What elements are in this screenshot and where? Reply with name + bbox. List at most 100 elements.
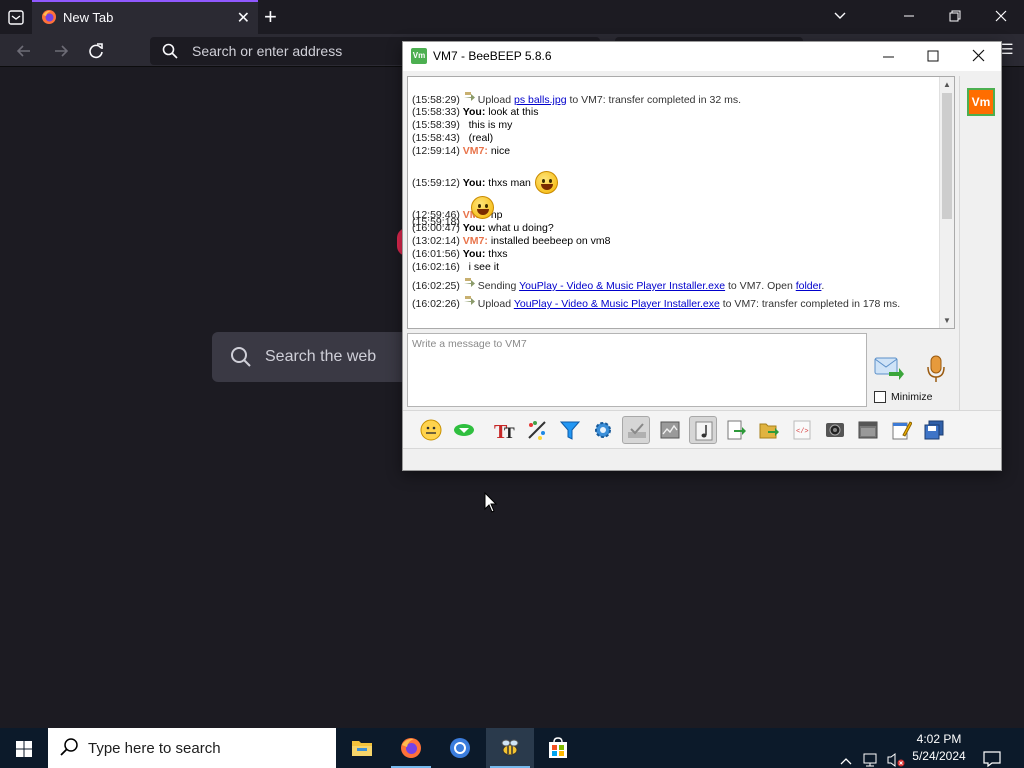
edit-notes-button[interactable] [887, 416, 915, 444]
restore-window-icon[interactable] [948, 8, 962, 24]
minimize-icon[interactable] [869, 46, 909, 68]
settings-button[interactable] [589, 416, 617, 444]
reload-icon[interactable] [85, 40, 107, 62]
sound-button[interactable] [689, 416, 717, 444]
back-arrow-icon[interactable] [13, 40, 35, 62]
filter-funnel-icon [559, 421, 581, 440]
beebeep-app-icon: Vm [411, 48, 427, 64]
svg-text:</>: </> [796, 428, 809, 436]
chat-line: (16:02:25) Sending YouPlay - Video & Mus… [412, 278, 940, 292]
send-folder-button[interactable] [755, 416, 783, 444]
app-menu-icon[interactable]: ☰ [1001, 41, 1014, 58]
clear-messages-button[interactable] [656, 416, 684, 444]
list-all-tabs-icon[interactable] [5, 6, 27, 28]
close-window-icon[interactable] [994, 8, 1008, 24]
forward-arrow-icon[interactable] [50, 40, 72, 62]
network-icon[interactable] [862, 740, 880, 768]
taskbar-beebeep[interactable] [486, 728, 534, 768]
chat-line: (16:02:26) Upload YouPlay - Video & Musi… [412, 296, 940, 310]
taskbar-microsoft-store[interactable] [534, 728, 582, 768]
search-icon [60, 738, 78, 756]
file-link[interactable]: ps balls.jpg [514, 94, 567, 106]
chat-line: (15:59:12) You: thxs man [412, 158, 940, 194]
action-center-notifications-icon[interactable] [982, 739, 1002, 768]
file-transfer-icon [463, 92, 475, 101]
file-transfer-icon [463, 278, 475, 287]
music-note-icon [695, 421, 713, 441]
emoticons-button[interactable] [417, 416, 445, 444]
minimize-checkbox[interactable] [874, 391, 886, 403]
screenshot-button[interactable] [821, 416, 849, 444]
show-hidden-icons-chevron-icon[interactable] [838, 741, 854, 768]
tab-title: New Tab [63, 10, 114, 25]
web-search-placeholder: Search the web [265, 348, 377, 365]
send-file-button[interactable] [722, 416, 750, 444]
color-picker-icon [528, 421, 546, 440]
maximize-icon[interactable] [913, 46, 953, 68]
close-icon[interactable] [959, 46, 999, 68]
close-tab-icon[interactable]: ✕ [237, 8, 250, 28]
message-input[interactable] [407, 333, 867, 407]
window-panel-icon [858, 421, 878, 439]
tab-overflow-chevron-icon[interactable] [832, 8, 848, 24]
code-page-icon: </> [793, 420, 811, 440]
windows-logo-icon [16, 741, 32, 757]
chat-line: (13:02:14) VM7: installed beebeep on vm8 [412, 235, 611, 247]
taskbar-chrome[interactable] [436, 728, 484, 768]
font-button[interactable]: TT [490, 416, 518, 444]
vm7-user-avatar[interactable]: Vm [967, 88, 995, 116]
status-bar [403, 448, 1001, 470]
user-list-sidebar: Vm [959, 76, 1001, 452]
chart-frame-icon [660, 421, 680, 439]
gear-icon [595, 422, 611, 438]
html-code-button[interactable]: </> [788, 416, 816, 444]
taskbar-search-box[interactable] [48, 728, 336, 768]
new-tab-button[interactable]: + [264, 4, 277, 30]
start-button[interactable] [0, 728, 48, 768]
scroll-down-icon[interactable]: ▼ [943, 316, 951, 325]
green-arrow-down-icon [454, 424, 474, 436]
chat-line: (12:59:14) VM7: nice [412, 145, 511, 157]
beebeep-title-bar: Vm VM7 - BeeBEEP 5.8.6 [403, 42, 1001, 71]
web-search-box[interactable]: Search the web [212, 332, 412, 382]
checkmark-tray-icon [628, 423, 646, 438]
minimize-window-icon[interactable] [902, 8, 916, 24]
window-title: VM7 - BeeBEEP 5.8.6 [433, 49, 552, 63]
font-style-icon: TT [494, 421, 515, 441]
taskbar-file-explorer[interactable] [338, 728, 386, 768]
font-color-button[interactable] [523, 416, 551, 444]
system-clock[interactable]: 4:02 PM 5/24/2024 [908, 731, 970, 765]
chromium-icon [450, 738, 470, 758]
svg-text:T: T [504, 425, 515, 441]
tab-new-tab[interactable]: New Tab ✕ [32, 0, 258, 34]
scroll-up-icon[interactable]: ▲ [943, 80, 951, 89]
smiley-icon [420, 419, 442, 441]
clock-date: 5/24/2024 [912, 749, 966, 763]
chat-line: (15:58:33) You: look at this [412, 106, 539, 118]
volume-muted-icon[interactable] [886, 740, 906, 768]
voice-message-microphone-icon[interactable] [925, 354, 947, 384]
chat-line: (15:58:39) this is my [412, 119, 513, 131]
taskbar-search-input[interactable] [88, 738, 328, 758]
mouse-pointer-icon [484, 492, 498, 513]
scrollbar-thumb[interactable] [942, 93, 952, 219]
bee-icon [501, 739, 519, 756]
open-folder-link[interactable]: folder [796, 280, 822, 292]
chat-history[interactable]: (15:58:29) Upload ps balls.jpg to VM7: t… [407, 76, 955, 329]
floppy-disk-icon [924, 420, 944, 440]
save-disk-button[interactable] [920, 416, 948, 444]
send-message-icon[interactable] [873, 354, 905, 384]
chat-scrollbar[interactable]: ▲ ▼ [939, 77, 954, 328]
save-chat-button[interactable] [854, 416, 882, 444]
filter-button[interactable] [556, 416, 584, 444]
file-link[interactable]: YouPlay - Video & Music Player Installer… [519, 280, 725, 292]
file-transfer-icon [463, 296, 475, 305]
spell-check-button[interactable] [622, 416, 650, 444]
laughing-emoji-icon [534, 171, 558, 194]
taskbar-firefox[interactable] [387, 728, 435, 768]
shortcuts-button[interactable] [450, 416, 478, 444]
store-bag-icon [549, 737, 567, 758]
grinning-emoji-icon [470, 196, 494, 219]
file-link[interactable]: YouPlay - Video & Music Player Installer… [514, 298, 720, 310]
chat-line: (16:00:47) You: what u doing? [412, 222, 554, 234]
